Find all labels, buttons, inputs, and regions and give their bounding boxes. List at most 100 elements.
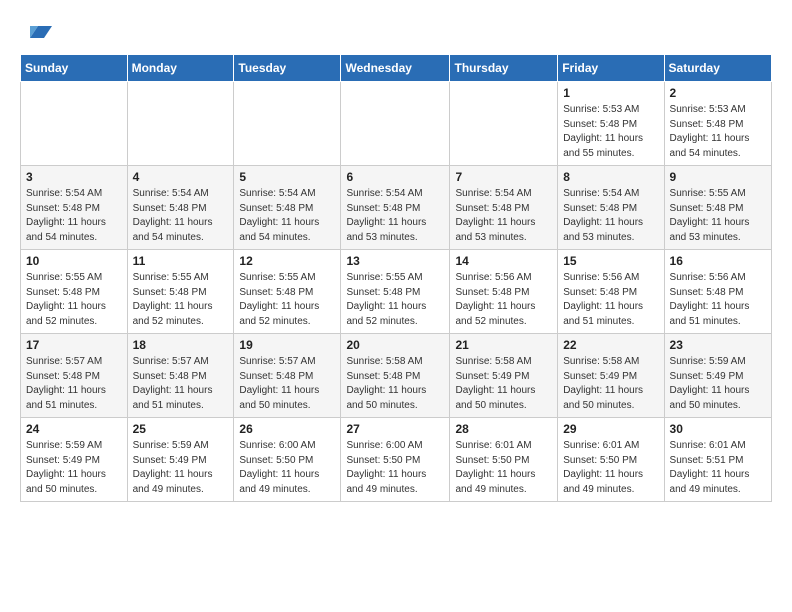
day-cell: 26 Sunrise: 6:00 AM Sunset: 5:50 PM Dayli…: [234, 418, 341, 502]
day-info: Sunrise: 5:54 AM Sunset: 5:48 PM Dayligh…: [346, 187, 444, 245]
day-number: 3: [26, 170, 122, 184]
col-header-monday: Monday: [127, 55, 234, 82]
day-cell: 5 Sunrise: 5:54 AM Sunset: 5:48 PM Daylig…: [234, 166, 341, 250]
day-info: Sunrise: 6:01 AM Sunset: 5:50 PM Dayligh…: [455, 439, 552, 497]
week-row-2: 3 Sunrise: 5:54 AM Sunset: 5:48 PM Daylig…: [21, 166, 772, 250]
day-cell: [21, 82, 128, 166]
day-number: 24: [26, 422, 122, 436]
day-cell: [341, 82, 450, 166]
day-info: Sunrise: 5:53 AM Sunset: 5:48 PM Dayligh…: [563, 103, 658, 161]
day-number: 6: [346, 170, 444, 184]
day-cell: 8 Sunrise: 5:54 AM Sunset: 5:48 PM Daylig…: [558, 166, 664, 250]
logo-icon: [22, 16, 52, 46]
day-number: 2: [670, 86, 766, 100]
day-info: Sunrise: 5:54 AM Sunset: 5:48 PM Dayligh…: [455, 187, 552, 245]
day-info: Sunrise: 5:55 AM Sunset: 5:48 PM Dayligh…: [346, 271, 444, 329]
calendar: SundayMondayTuesdayWednesdayThursdayFrid…: [20, 54, 772, 502]
day-number: 25: [133, 422, 229, 436]
day-info: Sunrise: 6:00 AM Sunset: 5:50 PM Dayligh…: [346, 439, 444, 497]
day-cell: 16 Sunrise: 5:56 AM Sunset: 5:48 PM Dayli…: [664, 250, 771, 334]
day-cell: 19 Sunrise: 5:57 AM Sunset: 5:48 PM Dayli…: [234, 334, 341, 418]
day-number: 11: [133, 254, 229, 268]
day-number: 30: [670, 422, 766, 436]
day-number: 16: [670, 254, 766, 268]
day-cell: 17 Sunrise: 5:57 AM Sunset: 5:48 PM Dayli…: [21, 334, 128, 418]
day-cell: 13 Sunrise: 5:55 AM Sunset: 5:48 PM Dayli…: [341, 250, 450, 334]
day-number: 26: [239, 422, 335, 436]
header: [20, 16, 772, 46]
day-info: Sunrise: 6:01 AM Sunset: 5:50 PM Dayligh…: [563, 439, 658, 497]
col-header-friday: Friday: [558, 55, 664, 82]
day-number: 10: [26, 254, 122, 268]
day-number: 4: [133, 170, 229, 184]
day-info: Sunrise: 5:59 AM Sunset: 5:49 PM Dayligh…: [133, 439, 229, 497]
day-cell: 21 Sunrise: 5:58 AM Sunset: 5:49 PM Dayli…: [450, 334, 558, 418]
day-info: Sunrise: 5:59 AM Sunset: 5:49 PM Dayligh…: [670, 355, 766, 413]
day-cell: 6 Sunrise: 5:54 AM Sunset: 5:48 PM Daylig…: [341, 166, 450, 250]
day-cell: [127, 82, 234, 166]
day-cell: 9Sunrise: 5:55 AM Sunset: 5:48 PM Daylig…: [664, 166, 771, 250]
day-info: Sunrise: 5:56 AM Sunset: 5:48 PM Dayligh…: [670, 271, 766, 329]
day-info: Sunrise: 6:00 AM Sunset: 5:50 PM Dayligh…: [239, 439, 335, 497]
day-cell: 12 Sunrise: 5:55 AM Sunset: 5:48 PM Dayli…: [234, 250, 341, 334]
day-number: 23: [670, 338, 766, 352]
page: SundayMondayTuesdayWednesdayThursdayFrid…: [0, 0, 792, 518]
day-info: Sunrise: 5:57 AM Sunset: 5:48 PM Dayligh…: [26, 355, 122, 413]
col-header-tuesday: Tuesday: [234, 55, 341, 82]
day-cell: 15Sunrise: 5:56 AM Sunset: 5:48 PM Dayli…: [558, 250, 664, 334]
col-header-sunday: Sunday: [21, 55, 128, 82]
day-info: Sunrise: 5:57 AM Sunset: 5:48 PM Dayligh…: [239, 355, 335, 413]
day-info: Sunrise: 5:58 AM Sunset: 5:48 PM Dayligh…: [346, 355, 444, 413]
day-info: Sunrise: 5:55 AM Sunset: 5:48 PM Dayligh…: [239, 271, 335, 329]
day-info: Sunrise: 5:55 AM Sunset: 5:48 PM Dayligh…: [133, 271, 229, 329]
day-info: Sunrise: 5:54 AM Sunset: 5:48 PM Dayligh…: [133, 187, 229, 245]
day-number: 20: [346, 338, 444, 352]
week-row-3: 10 Sunrise: 5:55 AM Sunset: 5:48 PM Dayli…: [21, 250, 772, 334]
day-number: 14: [455, 254, 552, 268]
day-number: 18: [133, 338, 229, 352]
day-cell: 10Sunrise: 5:55 AM Sunset: 5:48 PM Dayli…: [21, 250, 128, 334]
week-row-4: 17 Sunrise: 5:57 AM Sunset: 5:48 PM Dayli…: [21, 334, 772, 418]
day-number: 21: [455, 338, 552, 352]
day-cell: 28 Sunrise: 6:01 AM Sunset: 5:50 PM Dayli…: [450, 418, 558, 502]
day-number: 19: [239, 338, 335, 352]
day-number: 27: [346, 422, 444, 436]
day-info: Sunrise: 5:54 AM Sunset: 5:48 PM Dayligh…: [563, 187, 658, 245]
header-row: SundayMondayTuesdayWednesdayThursdayFrid…: [21, 55, 772, 82]
day-cell: 18 Sunrise: 5:57 AM Sunset: 5:48 PM Dayli…: [127, 334, 234, 418]
day-number: 8: [563, 170, 658, 184]
day-info: Sunrise: 5:56 AM Sunset: 5:48 PM Dayligh…: [455, 271, 552, 329]
day-number: 12: [239, 254, 335, 268]
col-header-saturday: Saturday: [664, 55, 771, 82]
day-number: 29: [563, 422, 658, 436]
day-cell: 24 Sunrise: 5:59 AM Sunset: 5:49 PM Dayli…: [21, 418, 128, 502]
day-cell: 2Sunrise: 5:53 AM Sunset: 5:48 PM Daylig…: [664, 82, 771, 166]
day-cell: [450, 82, 558, 166]
day-number: 5: [239, 170, 335, 184]
day-number: 13: [346, 254, 444, 268]
logo: [20, 16, 52, 46]
col-header-thursday: Thursday: [450, 55, 558, 82]
day-cell: 3Sunrise: 5:54 AM Sunset: 5:48 PM Daylig…: [21, 166, 128, 250]
day-number: 22: [563, 338, 658, 352]
day-cell: 22Sunrise: 5:58 AM Sunset: 5:49 PM Dayli…: [558, 334, 664, 418]
day-info: Sunrise: 5:57 AM Sunset: 5:48 PM Dayligh…: [133, 355, 229, 413]
day-cell: 11 Sunrise: 5:55 AM Sunset: 5:48 PM Dayli…: [127, 250, 234, 334]
day-cell: 29 Sunrise: 6:01 AM Sunset: 5:50 PM Dayli…: [558, 418, 664, 502]
day-info: Sunrise: 5:54 AM Sunset: 5:48 PM Dayligh…: [239, 187, 335, 245]
day-info: Sunrise: 5:59 AM Sunset: 5:49 PM Dayligh…: [26, 439, 122, 497]
day-number: 17: [26, 338, 122, 352]
day-cell: 14 Sunrise: 5:56 AM Sunset: 5:48 PM Dayli…: [450, 250, 558, 334]
day-cell: 27 Sunrise: 6:00 AM Sunset: 5:50 PM Dayli…: [341, 418, 450, 502]
day-number: 9: [670, 170, 766, 184]
day-info: Sunrise: 5:58 AM Sunset: 5:49 PM Dayligh…: [455, 355, 552, 413]
day-number: 7: [455, 170, 552, 184]
col-header-wednesday: Wednesday: [341, 55, 450, 82]
week-row-5: 24 Sunrise: 5:59 AM Sunset: 5:49 PM Dayli…: [21, 418, 772, 502]
day-number: 28: [455, 422, 552, 436]
day-number: 1: [563, 86, 658, 100]
day-cell: 7 Sunrise: 5:54 AM Sunset: 5:48 PM Daylig…: [450, 166, 558, 250]
week-row-1: 1 Sunrise: 5:53 AM Sunset: 5:48 PM Daylig…: [21, 82, 772, 166]
day-cell: 20 Sunrise: 5:58 AM Sunset: 5:48 PM Dayli…: [341, 334, 450, 418]
day-info: Sunrise: 6:01 AM Sunset: 5:51 PM Dayligh…: [670, 439, 766, 497]
